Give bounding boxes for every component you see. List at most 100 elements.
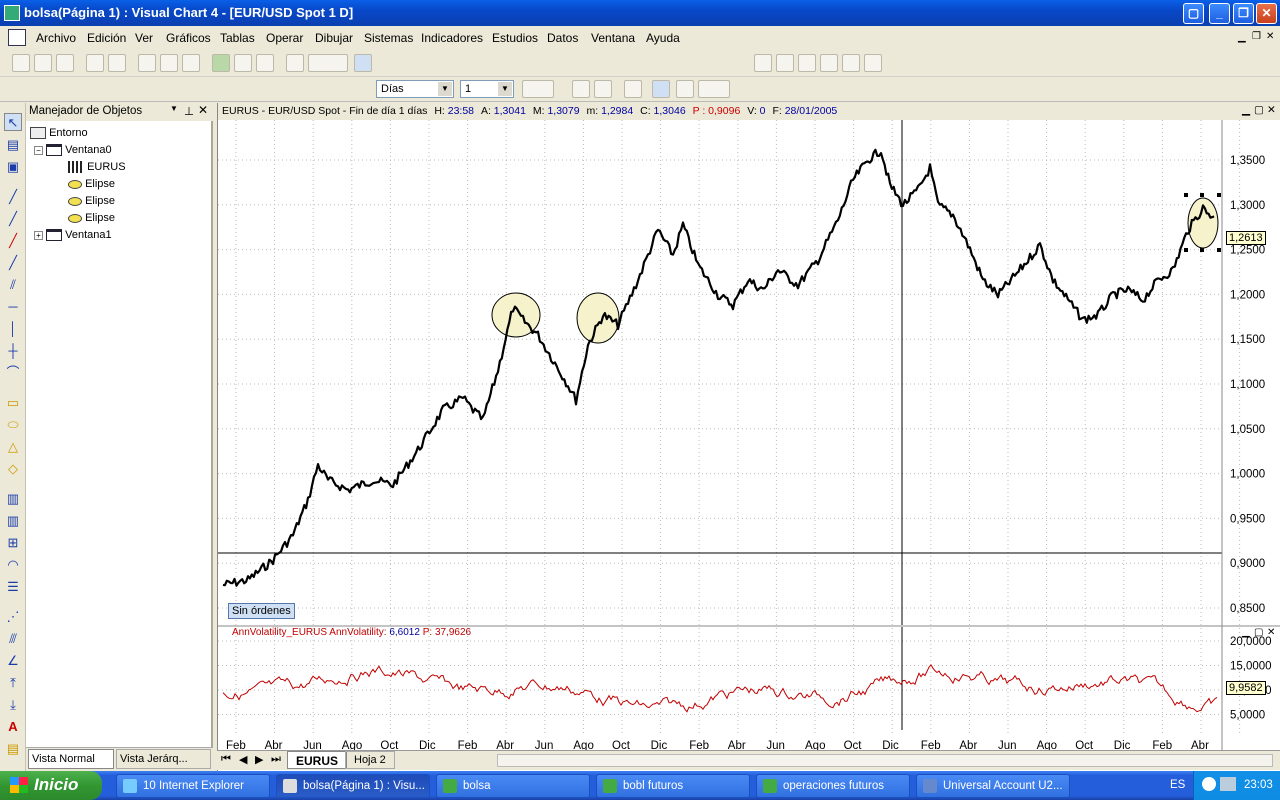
ray-tool-icon[interactable]: ╱	[4, 232, 22, 250]
window-layout-4-icon[interactable]	[820, 54, 838, 72]
extended-line-tool-icon[interactable]: ╱	[4, 254, 22, 272]
tree-item-entorno[interactable]: Entorno	[30, 127, 88, 140]
task-operaciones-futuros[interactable]: operaciones futuros	[756, 774, 910, 798]
pin-icon[interactable]: ⊥	[184, 104, 194, 118]
indicator-restore-icon[interactable]: ▢	[1254, 627, 1263, 638]
tab-vista-normal[interactable]: Vista Normal	[28, 749, 114, 769]
speed-lines-tool-icon[interactable]: ⫻	[4, 630, 22, 648]
gann-tool-icon[interactable]: ⊞	[4, 534, 22, 552]
menu-ventana[interactable]: Ventana	[591, 31, 635, 45]
vertical-line-tool-icon[interactable]: │	[4, 320, 22, 338]
pointer-tool-icon[interactable]: ↖	[4, 113, 22, 131]
properties-icon[interactable]	[286, 54, 304, 72]
task-universal-account[interactable]: Universal Account U2...	[916, 774, 1070, 798]
folder-link-icon[interactable]	[182, 54, 200, 72]
tab-eurus[interactable]: EURUS	[287, 751, 348, 769]
window-layout-5-icon[interactable]	[842, 54, 860, 72]
tree-item-elipse[interactable]: Elipse	[68, 212, 115, 224]
menu-graficos[interactable]: Gráficos	[166, 31, 211, 45]
bar-chart-alt-icon[interactable]	[108, 54, 126, 72]
window-layout-6-icon[interactable]	[864, 54, 882, 72]
tab-vista-jerarquica[interactable]: Vista Jerárq...	[116, 749, 211, 769]
collapse-icon[interactable]: −	[34, 146, 43, 155]
pen-icon[interactable]	[698, 80, 730, 98]
chart-minimize-icon[interactable]: ▁	[1242, 104, 1250, 116]
menu-operar[interactable]: Operar	[266, 31, 303, 45]
next-sheet-icon[interactable]: ▶	[255, 753, 263, 766]
crosshair-icon[interactable]	[354, 54, 372, 72]
arc-tool-icon[interactable]: ⌒	[4, 364, 22, 382]
horizontal-scrollbar[interactable]	[497, 754, 1273, 767]
menu-archivo[interactable]: Archivo	[36, 31, 76, 45]
save-all-icon[interactable]	[56, 54, 74, 72]
task-internet-explorer[interactable]: 10 Internet Explorer	[116, 774, 270, 798]
mdi-minimize-icon[interactable]: ▁	[1238, 32, 1246, 43]
window-layout-1-icon[interactable]	[754, 54, 772, 72]
fan-tool-icon[interactable]: ◠	[4, 556, 22, 574]
indicator-close-icon[interactable]: ✕	[1267, 627, 1275, 638]
prev-sheet-icon[interactable]: ◀	[239, 753, 247, 766]
menu-ayuda[interactable]: Ayuda	[646, 31, 680, 45]
folder-icon[interactable]	[138, 54, 156, 72]
text-tool-icon[interactable]: A	[4, 718, 22, 736]
menu-ver[interactable]: Ver	[135, 31, 153, 45]
grid-tool-icon[interactable]: ☰	[4, 578, 22, 596]
tray-app-icon[interactable]	[1202, 777, 1216, 791]
arrow-down-tool-icon[interactable]: ⤓	[4, 696, 22, 714]
menu-indicadores[interactable]: Indicadores	[421, 31, 483, 45]
language-indicator[interactable]: ES	[1170, 779, 1185, 791]
tree-item-eurus[interactable]: EURUS	[68, 161, 126, 174]
folder-star-icon[interactable]	[160, 54, 178, 72]
last-sheet-icon[interactable]: ⏭	[271, 753, 281, 766]
menu-sistemas[interactable]: Sistemas	[364, 31, 413, 45]
arrow-up-tool-icon[interactable]: ⤒	[4, 674, 22, 692]
pointer-icon[interactable]	[652, 80, 670, 98]
zoom-in-icon[interactable]	[594, 80, 612, 98]
mdi-close-icon[interactable]: ✕	[1266, 31, 1274, 42]
task-visual-chart[interactable]: bolsa(Página 1) : Visu...	[276, 774, 430, 798]
rectangle-tool-icon[interactable]: ▭	[4, 394, 22, 412]
document-icon[interactable]	[8, 29, 26, 46]
ellipse-tool-icon[interactable]: ⬭	[4, 416, 22, 434]
dropdown-icon[interactable]: ▼	[170, 104, 178, 113]
crosshair-tool-icon[interactable]: ┼	[4, 342, 22, 360]
tree-item-elipse[interactable]: Elipse	[68, 178, 115, 190]
mdi-restore-icon[interactable]: ❐	[1252, 31, 1261, 42]
angle-tool-icon[interactable]: ∠	[4, 652, 22, 670]
trendline-tool-icon[interactable]: ╱	[4, 210, 22, 228]
save-icon[interactable]	[34, 54, 52, 72]
network-tray-icon[interactable]	[1220, 777, 1236, 791]
indicator-minimize-icon[interactable]: ▁	[1242, 627, 1250, 638]
menu-estudios[interactable]: Estudios	[492, 31, 538, 45]
start-button[interactable]: Inicio	[0, 771, 102, 800]
zoom-out-icon[interactable]	[572, 80, 590, 98]
tab-hoja-2[interactable]: Hoja 2	[345, 751, 395, 769]
expand-icon[interactable]: +	[34, 231, 43, 240]
task-bolsa[interactable]: bolsa	[436, 774, 590, 798]
period-select[interactable]: Días ▼	[376, 80, 454, 98]
orders-badge[interactable]: Sin órdenes	[228, 603, 295, 619]
scale-icon[interactable]	[624, 80, 642, 98]
navigation-icon[interactable]	[308, 54, 348, 72]
menu-datos[interactable]: Datos	[547, 31, 578, 45]
chart-restore-icon[interactable]: ▢	[1254, 104, 1264, 116]
connect-icon[interactable]	[234, 54, 252, 72]
measure-tool-icon[interactable]: ▤	[4, 136, 22, 154]
horizontal-line-tool-icon[interactable]: ─	[4, 298, 22, 316]
note-tool-icon[interactable]: ▤	[4, 740, 22, 758]
maximize-button[interactable]: ❐	[1233, 3, 1254, 24]
menu-dibujar[interactable]: Dibujar	[315, 31, 353, 45]
menu-tablas[interactable]: Tablas	[220, 31, 255, 45]
cursor-color-icon[interactable]	[676, 80, 694, 98]
window-layout-2-icon[interactable]	[776, 54, 794, 72]
compression-select[interactable]: 1 ▼	[460, 80, 514, 98]
tree-item-ventana1[interactable]: + Ventana1	[34, 229, 112, 242]
chart-close-icon[interactable]: ✕	[1267, 104, 1276, 116]
frame-tool-icon[interactable]: ▣	[4, 158, 22, 176]
chart-type-icon[interactable]	[522, 80, 554, 98]
minimize-button[interactable]: _	[1209, 3, 1230, 24]
disconnect-icon[interactable]	[256, 54, 274, 72]
tree-item-elipse[interactable]: Elipse	[68, 195, 115, 207]
fibonacci-time-tool-icon[interactable]: ▥	[4, 512, 22, 530]
regression-tool-icon[interactable]: ⋰	[4, 608, 22, 626]
